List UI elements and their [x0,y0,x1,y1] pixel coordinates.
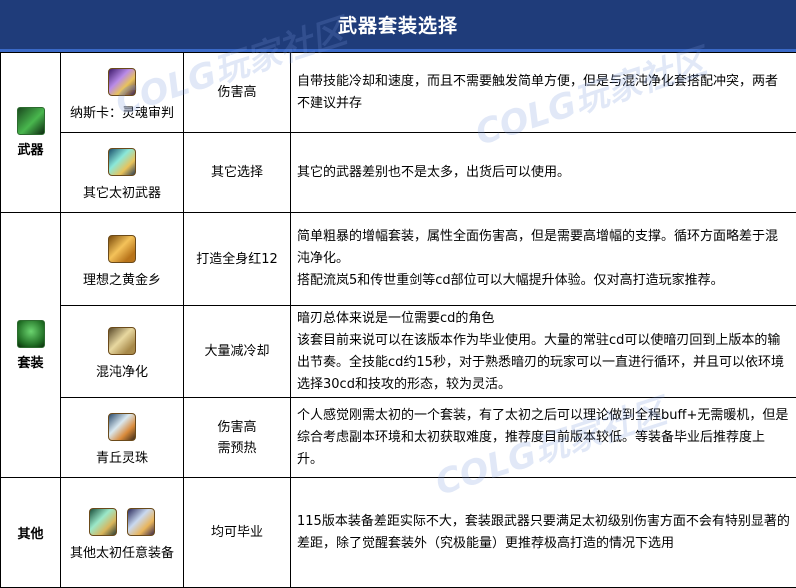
qingqiu-armor-icon [108,413,136,441]
eval-cell: 其它选择 [184,133,291,213]
primordial-weapon-icon [108,148,136,176]
table-row: 其它太初武器 其它选择 其它的武器差别也不是太多，出货后可以使用。 [1,133,796,213]
eval-cell: 伤害高 需预热 [184,398,291,478]
armor-set-icon [17,320,45,348]
table-row: 武器 纳斯卡：灵魂审判 伤害高 自带技能冷却和速度，而且不需要触发简单方便，但是… [1,53,796,133]
category-label: 武器 [17,143,43,158]
golden-armor-icon [108,235,136,263]
item-label: 青丘灵珠 [96,447,148,466]
item-label: 其他太初任意装备 [70,542,174,561]
category-cell-weapon: 武器 [1,53,61,213]
category-label: 套装 [17,356,43,371]
item-cell: 青丘灵珠 [61,398,184,478]
equipment-table: 武器 纳斯卡：灵魂审判 伤害高 自带技能冷却和速度，而且不需要触发简单方便，但是… [0,52,796,588]
title-bar: 武器套装选择 [0,0,796,52]
eval-cell: 均可毕业 [184,478,291,588]
eval-cell: 伤害高 [184,53,291,133]
desc-cell: 其它的武器差别也不是太多，出货后可以使用。 [291,133,796,213]
item-cell: 纳斯卡：灵魂审判 [61,53,184,133]
table-row: 其他 其他太初任意装备 均可毕业 115版本装备差距实际不大，套装跟武器只要满足… [1,478,796,588]
chaos-armor-icon [108,327,136,355]
eval-cell: 打造全身红12 [184,213,291,306]
category-cell-other: 其他 [1,478,61,588]
page: 武器套装选择 武器 纳斯卡：灵魂审判 伤害高 [0,0,796,587]
item-label: 纳斯卡：灵魂审判 [70,102,174,121]
item-cell: 其它太初武器 [61,133,184,213]
item-label: 理想之黄金乡 [83,269,161,288]
eval-cell: 大量减冷却 [184,306,291,398]
other-gear-icon [127,508,155,536]
desc-cell: 115版本装备差距实际不大，套装跟武器只要满足太初级别伤害方面不会有特别显著的差… [291,478,796,588]
item-label: 其它太初武器 [83,182,161,201]
table-row: 混沌净化 大量减冷却 暗刃总体来说是一位需要cd的角色 该套目前来说可以在该版本… [1,306,796,398]
desc-cell: 个人感觉刚需太初的一个套装，有了太初之后可以理论做到全程buff+无需暖机，但是… [291,398,796,478]
weapon-icon [17,107,45,135]
table-row: 青丘灵珠 伤害高 需预热 个人感觉刚需太初的一个套装，有了太初之后可以理论做到全… [1,398,796,478]
naska-weapon-icon [108,68,136,96]
desc-cell: 暗刃总体来说是一位需要cd的角色 该套目前来说可以在该版本作为毕业使用。大量的常… [291,306,796,398]
item-cell: 理想之黄金乡 [61,213,184,306]
desc-cell: 自带技能冷却和速度，而且不需要触发简单方便，但是与混沌净化套搭配冲突，两者不建议… [291,53,796,133]
table-row: 套装 理想之黄金乡 打造全身红12 简单粗暴的增幅套装，属性全面伤害高，但是需要… [1,213,796,306]
category-cell-set: 套装 [1,213,61,478]
item-cell: 其他太初任意装备 [61,478,184,588]
page-title: 武器套装选择 [338,11,458,38]
item-label: 混沌净化 [96,361,148,380]
desc-cell: 简单粗暴的增幅套装，属性全面伤害高，但是需要高增幅的支撑。循环方面略差于混沌净化… [291,213,796,306]
category-label: 其他 [17,527,43,542]
item-cell: 混沌净化 [61,306,184,398]
other-gear-icon [89,508,117,536]
